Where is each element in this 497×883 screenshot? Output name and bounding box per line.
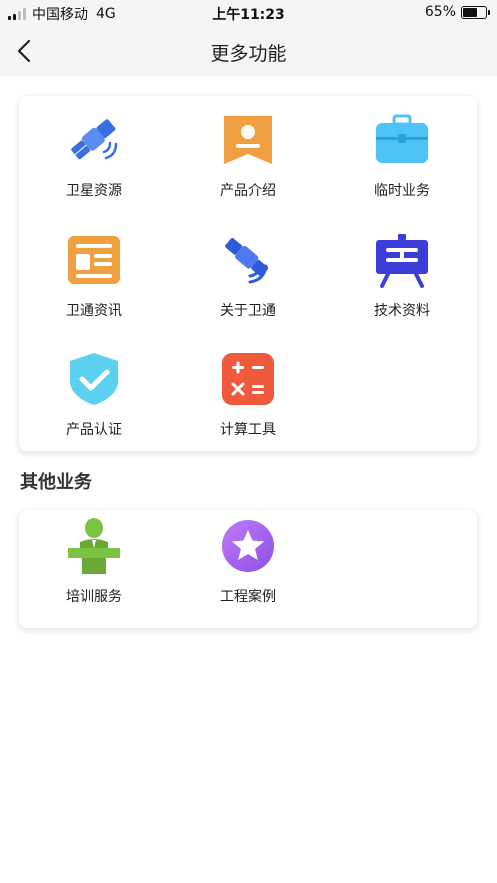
news-icon (68, 236, 120, 284)
grid-item-satellite-resources[interactable]: 卫星资源 (19, 96, 169, 206)
satellite-signal-icon (225, 238, 269, 284)
item-label: 产品介绍 (220, 183, 276, 199)
status-bar: 中国移动 4G 上午11:23 65% (0, 0, 497, 26)
grid-item-product-intro[interactable]: 产品介绍 (173, 96, 323, 206)
page-title: 更多功能 (210, 43, 287, 65)
grid-item-about-satcom[interactable]: 关于卫通 (173, 216, 323, 326)
grid-item-training[interactable]: 培训服务 (19, 502, 169, 612)
bookmark-badge-icon (224, 116, 272, 164)
nav-bar: 更多功能 (0, 26, 497, 76)
grid-item-product-certification[interactable]: 产品认证 (19, 335, 169, 445)
status-time: 上午11:23 (212, 7, 285, 23)
grid-item-satcom-news[interactable]: 卫通资讯 (19, 216, 169, 326)
item-label: 卫星资源 (66, 183, 122, 199)
status-right: 65% (424, 4, 490, 20)
battery-fill (463, 7, 477, 17)
item-label: 技术资料 (374, 303, 430, 319)
page: 中国移动 4G 上午11:23 65% 更多功能 卫星资源 产品介绍 临时业务 … (0, 0, 497, 883)
feature-card: 卫星资源 产品介绍 临时业务 卫通资讯 关于卫通 技术资料 产品认证 计算工具 (19, 96, 477, 451)
item-label: 临时业务 (374, 183, 430, 199)
grid-item-temp-business[interactable]: 临时业务 (327, 96, 477, 206)
briefcase-icon (376, 114, 428, 163)
grid-item-calc-tools[interactable]: 计算工具 (173, 335, 323, 445)
grid-item-engineering-cases[interactable]: 工程案例 (173, 502, 323, 612)
item-label: 工程案例 (220, 589, 276, 605)
item-label: 培训服务 (66, 589, 122, 605)
easel-board-icon (376, 234, 428, 288)
star-badge-icon (222, 520, 274, 572)
grid-item-tech-docs[interactable]: 技术资料 (327, 216, 477, 326)
trainer-podium-icon (68, 518, 120, 574)
other-business-card: 培训服务 工程案例 (19, 510, 477, 628)
item-label: 计算工具 (220, 422, 276, 438)
item-label: 关于卫通 (220, 303, 276, 319)
section-title-other: 其他业务 (20, 472, 92, 493)
battery-icon (461, 5, 490, 19)
battery-percent: 65% (424, 4, 456, 20)
item-label: 卫通资讯 (66, 303, 122, 319)
item-label: 产品认证 (66, 422, 122, 438)
shield-check-icon (70, 353, 118, 405)
satellite-icon (71, 119, 118, 160)
calculator-icon (222, 353, 274, 405)
